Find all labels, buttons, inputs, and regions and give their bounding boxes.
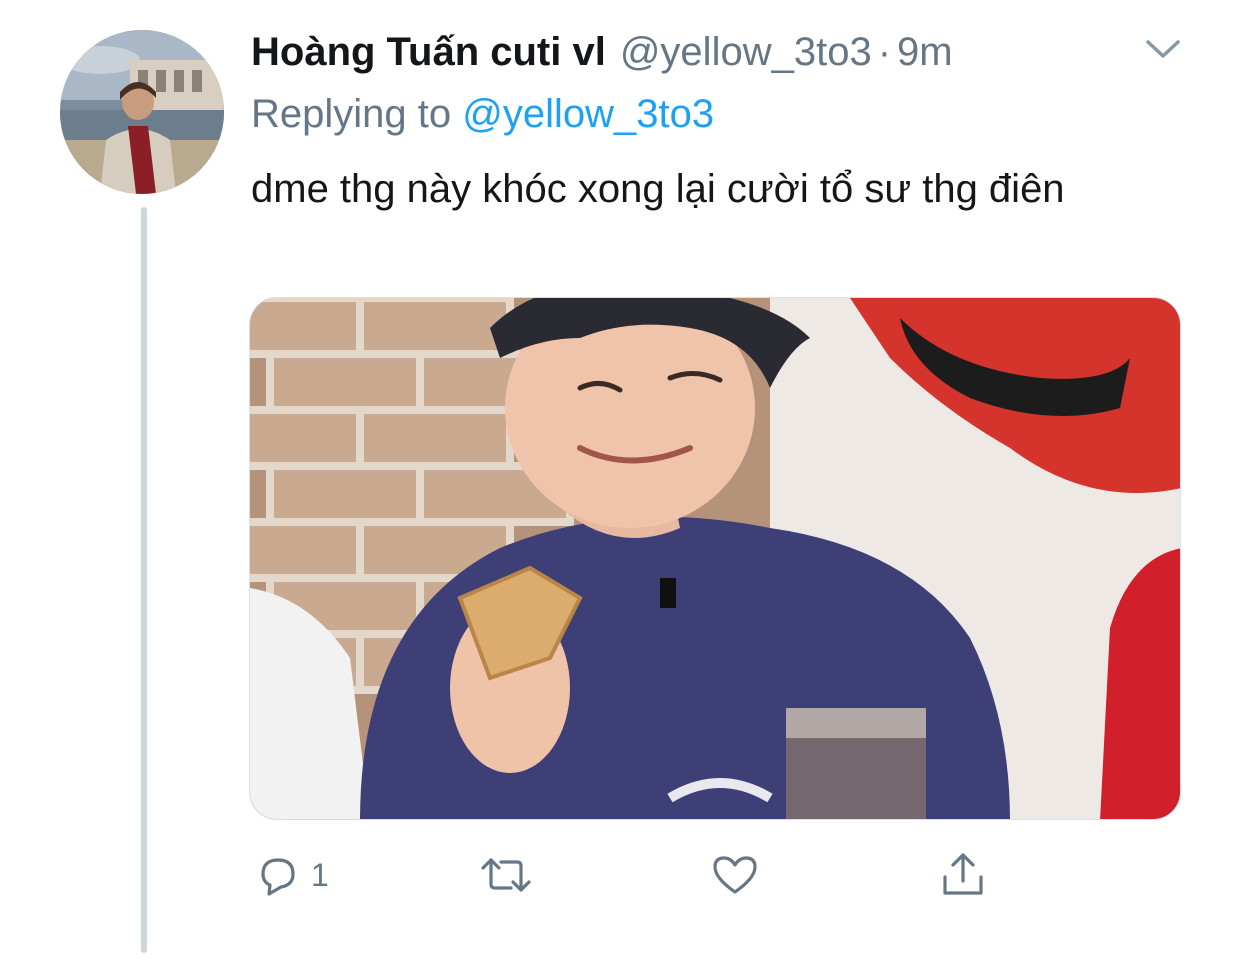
reply-icon xyxy=(255,852,301,898)
reply-count: 1 xyxy=(311,856,329,893)
retweet-icon xyxy=(479,852,533,898)
tweet-header: Hoàng Tuấn cuti vl @yellow_3to3 · 9m xyxy=(251,26,953,78)
tweet-actions: 1 xyxy=(251,848,1011,902)
thread-line xyxy=(141,207,147,953)
reply-mention-link[interactable]: @yellow_3to3 xyxy=(462,92,714,136)
like-button[interactable] xyxy=(711,848,769,902)
share-button[interactable] xyxy=(939,848,987,902)
separator-dot: · xyxy=(877,30,892,74)
timestamp[interactable]: 9m xyxy=(897,26,953,78)
retweet-button[interactable] xyxy=(479,848,543,902)
share-icon xyxy=(939,851,987,899)
user-handle[interactable]: @yellow_3to3 xyxy=(620,26,872,78)
tweet-text: dme thg này khóc xong lại cười tổ sư thg… xyxy=(251,167,1065,211)
avatar-image xyxy=(60,30,224,194)
tweet-media[interactable] xyxy=(249,297,1181,820)
avatar[interactable] xyxy=(60,30,224,194)
replying-prefix: Replying to xyxy=(251,92,452,136)
replying-to-line: Replying to @yellow_3to3 xyxy=(251,88,714,140)
heart-icon xyxy=(711,852,759,898)
chevron-down-icon[interactable] xyxy=(1143,34,1183,64)
media-image xyxy=(250,298,1180,819)
display-name[interactable]: Hoàng Tuấn cuti vl xyxy=(251,26,606,78)
reply-button[interactable]: 1 xyxy=(255,848,329,902)
